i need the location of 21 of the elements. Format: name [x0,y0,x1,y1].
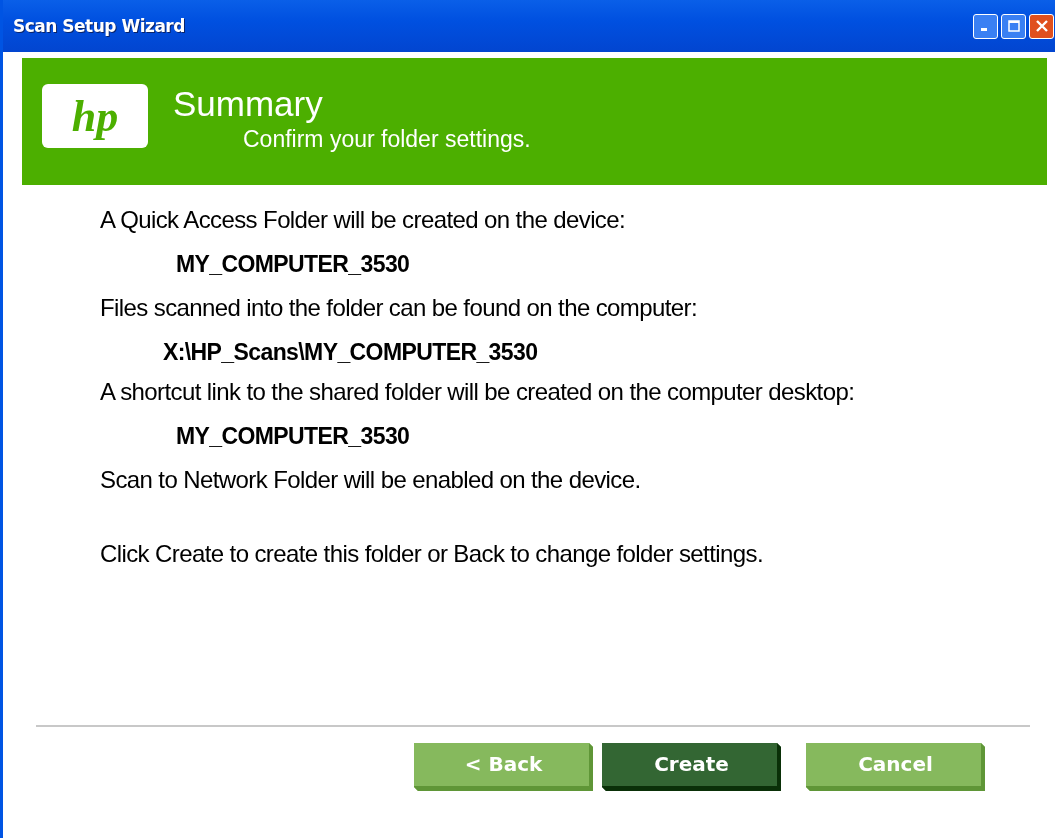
maximize-button[interactable] [1001,13,1026,39]
maximize-icon [1007,20,1020,32]
wizard-button[interactable]: < Back [414,743,593,791]
page-subtitle: Confirm your folder settings. [243,126,531,153]
window-title: Scan Setup Wizard [13,16,185,36]
wizard-button[interactable]: Create [602,743,781,791]
summary-text: Click Create to create this folder or Back to change folder settings. [100,541,764,569]
folder-path: X:\HP_Scans\MY_COMPUTER_3530 [162,339,539,367]
summary-text: A Quick Access Folder will be created on the device: [100,207,627,235]
logo: hp [42,84,148,148]
page-title: Summary [173,84,324,124]
folder-name: MY_COMPUTER_3530 [175,423,411,451]
close-button[interactable] [1029,13,1054,39]
close-icon [1035,20,1048,32]
minimize-icon [981,28,987,31]
minimize-button[interactable] [973,13,998,39]
summary-text: A shortcut link to the shared folder will be created on the computer desktop: [100,379,856,407]
summary-text: Files scanned into the folder can be found on the computer: [100,295,698,323]
wizard-button[interactable]: Cancel [806,743,985,791]
folder-name: MY_COMPUTER_3530 [175,251,411,279]
summary-text: Scan to Network Folder will be enabled on the device. [100,467,642,495]
